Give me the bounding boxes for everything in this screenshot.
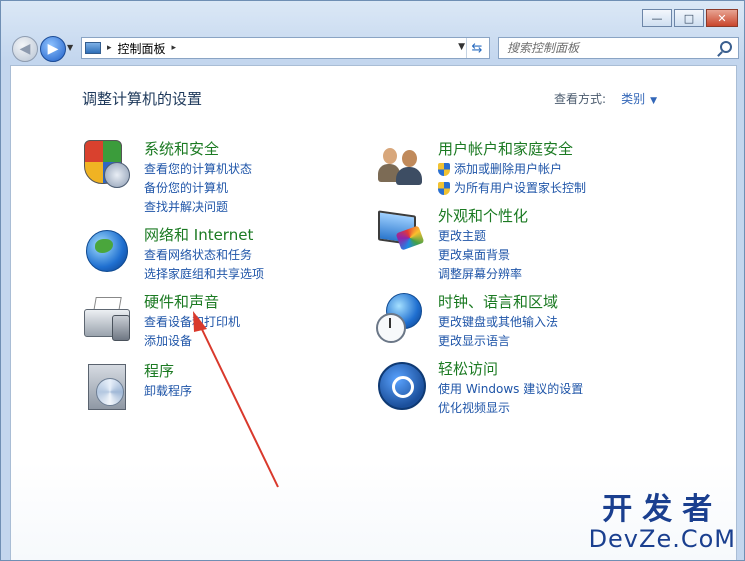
category-programs: 程序 卸载程序 bbox=[82, 362, 192, 412]
watermark: 开发者 DevZe.CoM bbox=[588, 492, 736, 553]
network-globe-icon[interactable] bbox=[82, 226, 132, 276]
link-troubleshoot[interactable]: 查找并解决问题 bbox=[144, 198, 252, 217]
category-ease-of-access: 轻松访问 使用 Windows 建议的设置 优化视频显示 bbox=[376, 360, 583, 418]
user-accounts-icon[interactable] bbox=[376, 140, 426, 190]
category-clock-language-region: 时钟、语言和区域 更改键盘或其他输入法 更改显示语言 bbox=[376, 293, 558, 351]
watermark-latin: DevZe.CoM bbox=[588, 525, 736, 553]
programs-disc-icon[interactable] bbox=[82, 362, 132, 412]
navigation-bar: ◀ ▶ ▼ ▸ 控制面板 ▸ ▼ ⇆ bbox=[1, 34, 744, 62]
link-uninstall-program[interactable]: 卸载程序 bbox=[144, 382, 192, 401]
category-appearance: 外观和个性化 更改主题 更改桌面背景 调整屏幕分辨率 bbox=[376, 207, 528, 284]
breadcrumb-separator[interactable]: ▸ bbox=[107, 43, 112, 53]
chevron-down-icon[interactable]: ▼ bbox=[650, 96, 657, 106]
category-title[interactable]: 系统和安全 bbox=[144, 140, 252, 159]
main-content: 调整计算机的设置 查看方式: 类别 ▼ 系统和安全 查看您的计算机状态 备份您的计… bbox=[10, 65, 737, 560]
link-change-background[interactable]: 更改桌面背景 bbox=[438, 246, 528, 265]
link-view-computer-status[interactable]: 查看您的计算机状态 bbox=[144, 160, 252, 179]
accessibility-icon[interactable] bbox=[376, 360, 426, 410]
breadcrumb-separator[interactable]: ▸ bbox=[172, 43, 177, 53]
maximize-button[interactable]: □ bbox=[674, 9, 704, 27]
control-panel-icon bbox=[85, 42, 101, 54]
search-box[interactable] bbox=[498, 37, 739, 59]
category-network-internet: 网络和 Internet 查看网络状态和任务 选择家庭组和共享选项 bbox=[82, 226, 264, 284]
link-recommended-settings[interactable]: 使用 Windows 建议的设置 bbox=[438, 380, 583, 399]
category-title[interactable]: 硬件和声音 bbox=[144, 293, 240, 312]
refresh-button[interactable]: ⇆ bbox=[466, 38, 487, 58]
breadcrumb-control-panel[interactable]: 控制面板 bbox=[118, 40, 166, 57]
link-optimize-display[interactable]: 优化视频显示 bbox=[438, 399, 583, 418]
category-title[interactable]: 时钟、语言和区域 bbox=[438, 293, 558, 312]
category-title[interactable]: 网络和 Internet bbox=[144, 226, 264, 245]
control-panel-window: — □ ✕ ◀ ▶ ▼ ▸ 控制面板 ▸ ▼ ⇆ 调整计算机的设置 查看方式: … bbox=[0, 0, 745, 561]
category-hardware-sound: 硬件和声音 查看设备和打印机 添加设备 bbox=[82, 293, 240, 351]
system-security-icon[interactable] bbox=[82, 140, 132, 190]
clock-globe-icon[interactable] bbox=[376, 293, 426, 343]
back-button[interactable]: ◀ bbox=[12, 36, 38, 62]
printer-icon[interactable] bbox=[82, 293, 132, 343]
close-button[interactable]: ✕ bbox=[706, 9, 738, 27]
link-change-theme[interactable]: 更改主题 bbox=[438, 227, 528, 246]
minimize-button[interactable]: — bbox=[642, 9, 672, 27]
link-devices-printers[interactable]: 查看设备和打印机 bbox=[144, 313, 240, 332]
category-title[interactable]: 程序 bbox=[144, 362, 192, 381]
address-bar[interactable]: ▸ 控制面板 ▸ ▼ ⇆ bbox=[81, 37, 490, 59]
category-title[interactable]: 外观和个性化 bbox=[438, 207, 528, 226]
view-by-label: 查看方式: bbox=[553, 92, 606, 106]
view-by-dropdown[interactable]: 类别 ▼ bbox=[621, 90, 657, 107]
link-parental-controls[interactable]: 为所有用户设置家长控制 bbox=[438, 179, 586, 198]
category-system-security: 系统和安全 查看您的计算机状态 备份您的计算机 查找并解决问题 bbox=[82, 140, 252, 217]
link-change-display-language[interactable]: 更改显示语言 bbox=[438, 332, 558, 351]
search-icon[interactable] bbox=[720, 41, 732, 53]
address-dropdown-button[interactable]: ▼ bbox=[458, 42, 465, 52]
watermark-chinese: 开发者 bbox=[602, 492, 723, 527]
link-add-device[interactable]: 添加设备 bbox=[144, 332, 240, 351]
category-user-accounts: 用户帐户和家庭安全 添加或删除用户帐户 为所有用户设置家长控制 bbox=[376, 140, 586, 198]
page-title: 调整计算机的设置 bbox=[82, 90, 203, 108]
uac-shield-icon bbox=[438, 182, 450, 195]
link-view-network-status[interactable]: 查看网络状态和任务 bbox=[144, 246, 264, 265]
search-input[interactable] bbox=[507, 41, 707, 55]
link-add-remove-accounts[interactable]: 添加或删除用户帐户 bbox=[438, 160, 586, 179]
uac-shield-icon bbox=[438, 163, 450, 176]
category-title[interactable]: 用户帐户和家庭安全 bbox=[438, 140, 586, 159]
link-screen-resolution[interactable]: 调整屏幕分辨率 bbox=[438, 265, 528, 284]
forward-button[interactable]: ▶ bbox=[40, 36, 66, 62]
appearance-monitor-icon[interactable] bbox=[376, 207, 426, 257]
link-homegroup-sharing[interactable]: 选择家庭组和共享选项 bbox=[144, 265, 264, 284]
category-title[interactable]: 轻松访问 bbox=[438, 360, 583, 379]
link-backup-computer[interactable]: 备份您的计算机 bbox=[144, 179, 252, 198]
window-caption-buttons: — □ ✕ bbox=[642, 9, 738, 27]
recent-pages-dropdown[interactable]: ▼ bbox=[67, 43, 73, 52]
view-by-value[interactable]: 类别 bbox=[621, 92, 645, 106]
link-change-input-method[interactable]: 更改键盘或其他输入法 bbox=[438, 313, 558, 332]
